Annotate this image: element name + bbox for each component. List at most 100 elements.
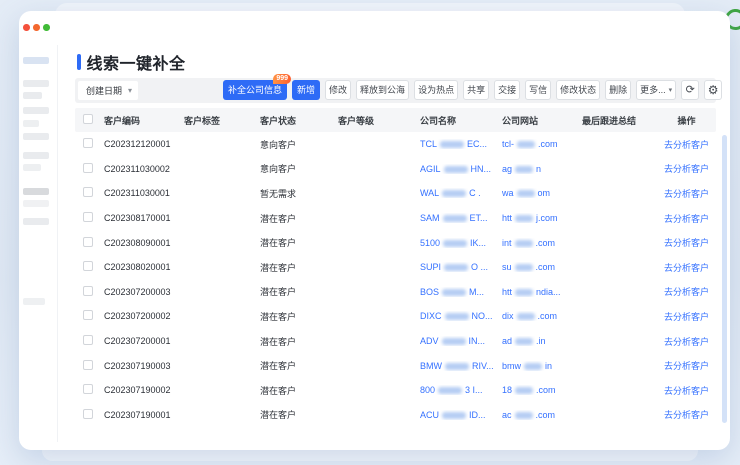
toolbar-button[interactable]: 删除 — [605, 80, 631, 100]
customer-status-cell: 潜在客户 — [257, 384, 335, 397]
action-cell: 去分析客户 — [657, 138, 716, 151]
sidebar-skeleton-bar — [23, 218, 49, 225]
analyze-customer-link[interactable]: 去分析客户 — [664, 386, 709, 396]
company-name-link[interactable]: TCLEC... — [417, 139, 499, 149]
analyze-customer-link[interactable]: 去分析客户 — [664, 214, 709, 224]
company-name-link[interactable]: AGILHN... — [417, 164, 499, 174]
company-name-link[interactable]: SUPIO ... — [417, 262, 499, 272]
row-select-cell — [75, 187, 101, 199]
customer-code-cell: C202308020001 — [101, 262, 181, 272]
more-button-label: 更多... — [640, 86, 666, 95]
row-checkbox[interactable] — [83, 187, 93, 197]
table-body: C202312120001意向客户TCLEC...tcl-.com去分析客户C2… — [75, 132, 716, 427]
column-header: 客户等级 — [335, 114, 417, 127]
company-name-link[interactable]: 5100IK... — [417, 238, 499, 248]
redacted-text — [443, 240, 467, 247]
toolbar-button[interactable]: 写信 — [525, 80, 551, 100]
company-website-link[interactable]: ad.in — [499, 336, 579, 346]
row-checkbox[interactable] — [83, 335, 93, 345]
company-name-link[interactable]: 8003 I... — [417, 385, 499, 395]
analyze-customer-link[interactable]: 去分析客户 — [664, 238, 709, 248]
add-button[interactable]: 新增 — [292, 80, 320, 100]
redacted-text — [515, 289, 533, 296]
redacted-text — [515, 387, 533, 394]
row-checkbox[interactable] — [83, 163, 93, 173]
toolbar-button[interactable]: 释放到公海 — [356, 80, 409, 100]
vertical-scrollbar[interactable] — [722, 135, 727, 423]
company-website-link[interactable]: int.com — [499, 238, 579, 248]
toolbar-button[interactable]: 修改 — [325, 80, 351, 100]
company-website-link[interactable]: waom — [499, 188, 579, 198]
complete-company-info-button[interactable]: 补全公司信息 999 — [223, 80, 287, 100]
customer-status-cell: 潜在客户 — [257, 359, 335, 372]
company-website-link[interactable]: bmwin — [499, 361, 579, 371]
select-all-checkbox[interactable] — [83, 114, 93, 124]
add-button-label: 新增 — [297, 86, 315, 95]
analyze-customer-link[interactable]: 去分析客户 — [664, 140, 709, 150]
company-website-link[interactable]: httndia... — [499, 287, 579, 297]
analyze-customer-link[interactable]: 去分析客户 — [664, 287, 709, 297]
redacted-text — [517, 141, 535, 148]
analyze-customer-link[interactable]: 去分析客户 — [664, 410, 709, 420]
sidebar-skeleton-bar — [23, 298, 45, 305]
chevron-down-icon: ▾ — [669, 87, 673, 94]
more-button[interactable]: 更多... ▾ — [636, 80, 676, 100]
company-website-link[interactable]: dix.com — [499, 311, 579, 321]
company-website-link[interactable]: httj.com — [499, 213, 579, 223]
company-name-link[interactable]: BMWRIV... — [417, 361, 499, 371]
company-website-link[interactable]: su.com — [499, 262, 579, 272]
company-website-link[interactable]: ac.com — [499, 410, 579, 420]
close-window-button[interactable] — [23, 24, 30, 31]
minimize-window-button[interactable] — [33, 24, 40, 31]
analyze-customer-link[interactable]: 去分析客户 — [664, 189, 709, 199]
customer-code-cell: C202307200001 — [101, 336, 181, 346]
column-header: 公司名称 — [417, 114, 499, 127]
row-checkbox[interactable] — [83, 138, 93, 148]
row-checkbox[interactable] — [83, 212, 93, 222]
company-name-link[interactable]: BOSM... — [417, 287, 499, 297]
redacted-text — [445, 363, 469, 370]
row-checkbox[interactable] — [83, 286, 93, 296]
company-name-link[interactable]: WALC . — [417, 188, 499, 198]
toolbar-icon-button[interactable]: ⚙ — [704, 80, 722, 100]
customer-status-cell: 意向客户 — [257, 138, 335, 151]
toolbar-icon-button[interactable]: ⟳ — [681, 80, 699, 100]
analyze-customer-link[interactable]: 去分析客户 — [664, 263, 709, 273]
company-website-link[interactable]: 18.com — [499, 385, 579, 395]
gear-icon: ⚙ — [708, 84, 719, 96]
toolbar-button[interactable]: 交接 — [494, 80, 520, 100]
company-name-link[interactable]: SAMET... — [417, 213, 499, 223]
chevron-down-icon: ▾ — [128, 87, 132, 95]
toolbar-button[interactable]: 修改状态 — [556, 80, 600, 100]
company-name-link[interactable]: DIXCNO... — [417, 311, 499, 321]
maximize-window-button[interactable] — [43, 24, 50, 31]
row-checkbox[interactable] — [83, 261, 93, 271]
analyze-customer-link[interactable]: 去分析客户 — [664, 164, 709, 174]
toolbar-button[interactable]: 设为热点 — [414, 80, 458, 100]
row-checkbox[interactable] — [83, 310, 93, 320]
row-select-cell — [75, 212, 101, 224]
row-checkbox[interactable] — [83, 237, 93, 247]
column-header: 最后跟进总结 — [579, 114, 657, 127]
analyze-customer-link[interactable]: 去分析客户 — [664, 337, 709, 347]
customer-code-cell: C202307190001 — [101, 410, 181, 420]
row-checkbox[interactable] — [83, 360, 93, 370]
company-website-link[interactable]: agn — [499, 164, 579, 174]
company-name-link[interactable]: ADVIN... — [417, 336, 499, 346]
analyze-customer-link[interactable]: 去分析客户 — [664, 361, 709, 371]
redacted-text — [442, 412, 466, 419]
customer-code-cell: C202311030001 — [101, 188, 181, 198]
company-name-link[interactable]: ACUID... — [417, 410, 499, 420]
row-checkbox[interactable] — [83, 384, 93, 394]
date-filter-dropdown[interactable]: 创建日期 ▾ — [78, 81, 138, 100]
redacted-text — [515, 215, 533, 222]
action-cell: 去分析客户 — [657, 212, 716, 225]
analyze-customer-link[interactable]: 去分析客户 — [664, 312, 709, 322]
redacted-text — [517, 190, 535, 197]
redacted-text — [443, 215, 467, 222]
redacted-text — [444, 166, 468, 173]
customer-status-cell: 暂无需求 — [257, 187, 335, 200]
toolbar-button[interactable]: 共享 — [463, 80, 489, 100]
company-website-link[interactable]: tcl-.com — [499, 139, 579, 149]
row-checkbox[interactable] — [83, 409, 93, 419]
